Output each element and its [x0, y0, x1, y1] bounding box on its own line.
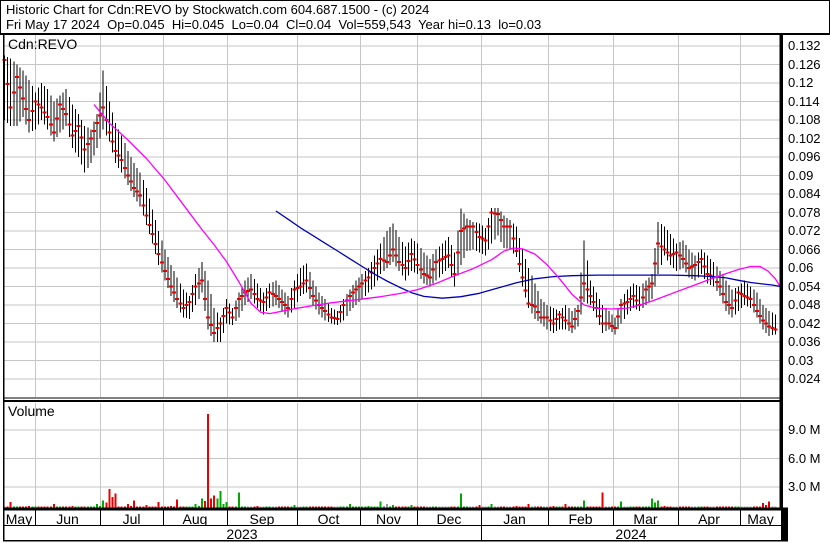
price-axis-label: 0.096: [788, 149, 821, 164]
price-axis-label: 0.084: [788, 186, 821, 201]
volume-pane-label: Volume: [8, 403, 55, 419]
price-bars: [2, 55, 778, 342]
volume-axis-label: 9.0 M: [788, 422, 821, 437]
month-label: Sep: [249, 511, 275, 526]
price-axis-label: 0.114: [788, 93, 820, 109]
month-label: Jun: [56, 511, 79, 526]
month-label: Feb: [568, 511, 593, 526]
price-axis-label: 0.132: [788, 38, 821, 53]
chart-title: Historic Chart for Cdn:REVO by Stockwatc…: [6, 2, 430, 17]
frame-borders: [0, 33, 830, 542]
price-axis-label: 0.12: [788, 75, 814, 90]
month-label: May: [5, 511, 33, 526]
month-label: Mar: [633, 511, 658, 526]
price-axis-label: 0.054: [788, 278, 821, 294]
price-axis-label: 0.03: [788, 352, 814, 368]
price-axis-label: 0.06: [788, 260, 814, 275]
price-axis-label: 0.126: [788, 56, 821, 72]
month-label: Dec: [436, 511, 462, 526]
quote-summary: Fri May 17 2024 Op=0.045 Hi=0.045 Lo=0.0…: [6, 17, 542, 32]
month-label: Oct: [317, 511, 340, 526]
symbol-label: Cdn:REVO: [8, 36, 78, 52]
price-axis-label: 0.108: [788, 112, 821, 127]
ma-fast-line: [93, 104, 781, 315]
month-label: Apr: [698, 511, 720, 526]
price-axis-label: 0.042: [788, 315, 821, 331]
price-axis-label: 0.09: [788, 167, 814, 183]
year-label: 2023: [226, 527, 258, 541]
volume-axis-label: 6.0 M: [788, 450, 821, 466]
chart-canvas: [0, 33, 830, 542]
month-label: Nov: [376, 511, 401, 526]
volume-axis-label: 3.0 M: [788, 479, 821, 494]
month-label: Jan: [503, 511, 526, 526]
month-label: Aug: [182, 511, 208, 526]
price-axis-label: 0.078: [788, 204, 821, 220]
price-axis-label: 0.048: [788, 297, 821, 312]
stockwatch-historic-chart: Historic Chart for Cdn:REVO by Stockwatc…: [0, 0, 830, 543]
year-label: 2024: [615, 527, 647, 541]
grid-lines: [4, 35, 780, 507]
month-label: May: [747, 511, 774, 526]
price-axis-label: 0.066: [788, 241, 821, 257]
chart-header: Historic Chart for Cdn:REVO by Stockwatc…: [0, 0, 830, 34]
price-axis-label: 0.024: [788, 371, 821, 386]
price-axis-label: 0.036: [788, 334, 821, 349]
price-axis-label: 0.072: [788, 223, 821, 238]
price-axis-label: 0.102: [788, 130, 821, 146]
month-label: Jul: [122, 511, 141, 526]
volume-bars: [3, 413, 777, 509]
